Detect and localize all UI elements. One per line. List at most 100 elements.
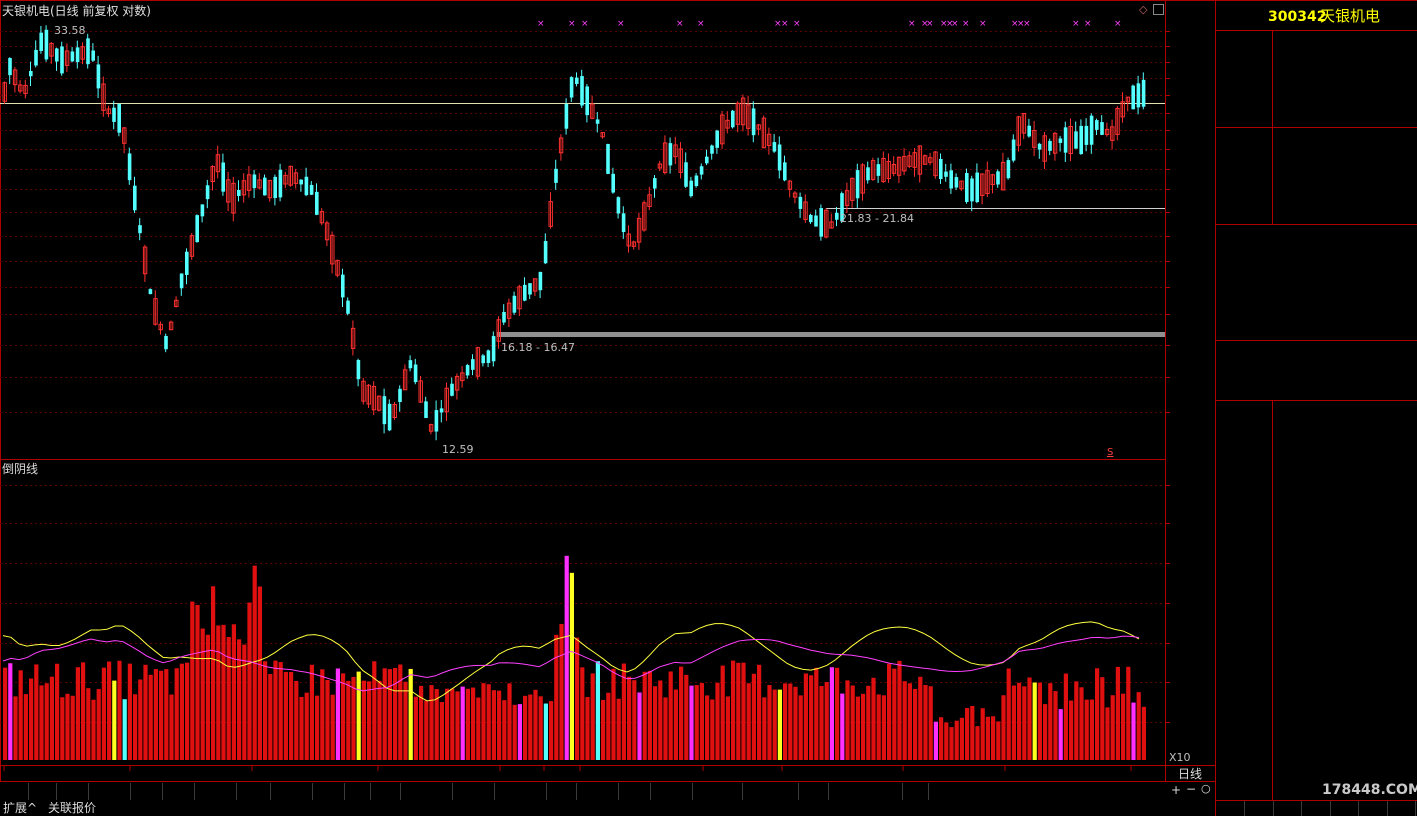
volume-bar	[169, 694, 174, 760]
volume-bar	[367, 681, 372, 760]
candle-body	[408, 360, 413, 369]
volume-bar	[1079, 687, 1084, 760]
diamond-icon[interactable]: ◇	[1139, 4, 1147, 15]
right-tab-2[interactable]	[1274, 801, 1302, 816]
candle-body	[939, 158, 943, 180]
toolbar-item-10[interactable]	[345, 783, 371, 800]
period-label[interactable]: 日线	[1178, 768, 1202, 780]
volume-bar	[299, 696, 304, 760]
right-tab-4[interactable]	[1331, 801, 1359, 816]
volume-bar	[476, 697, 481, 760]
candle-body	[699, 166, 704, 175]
right-tab-3[interactable]	[1303, 801, 1331, 816]
candle-body	[413, 364, 418, 383]
volume-bar	[481, 683, 486, 760]
signal-marker: ×	[962, 19, 970, 29]
candle-body	[205, 185, 210, 200]
toolbar-item-21[interactable]	[799, 783, 829, 800]
volume-bar	[486, 684, 491, 760]
candle-body	[481, 355, 485, 364]
high-label: 33.58	[54, 24, 86, 37]
candle-body	[1131, 85, 1135, 110]
volume-bar	[70, 695, 75, 760]
volume-bar	[190, 601, 195, 760]
volume-bar	[923, 684, 928, 760]
toolbar-item-0[interactable]	[1, 783, 29, 800]
toolbar-item-6[interactable]	[195, 783, 237, 800]
toolbar-item-7[interactable]	[237, 783, 271, 800]
volume-bar	[263, 661, 268, 760]
candle-body	[398, 388, 402, 402]
toolbar-item-17[interactable]	[619, 783, 651, 800]
toolbar-item-20[interactable]	[743, 783, 799, 800]
toolbar-item-15[interactable]	[547, 783, 577, 800]
volume-bar	[715, 682, 720, 760]
volume-bar	[772, 689, 777, 760]
expand-button[interactable]: 扩展^	[3, 802, 37, 814]
minus-icon[interactable]: −	[1186, 783, 1196, 795]
signal-marker: ×	[781, 19, 789, 29]
toolbar-item-14[interactable]	[495, 783, 547, 800]
volume-bar	[575, 637, 580, 760]
toolbar-item-16[interactable]	[577, 783, 619, 800]
volume-bar	[117, 660, 122, 760]
toolbar-item-1[interactable]	[29, 783, 57, 800]
candle-body	[710, 145, 714, 154]
kline-chart[interactable]: × × × × × × × × × × ×× ××× × × ××× × × ×	[0, 0, 1417, 816]
linked-quote-button[interactable]: 关联报价	[48, 802, 96, 814]
volume-bar	[439, 702, 444, 760]
volume-bar	[491, 690, 496, 760]
candle-body	[569, 77, 574, 98]
toolbar-item-13[interactable]	[453, 783, 495, 800]
toolbar-item-9[interactable]	[313, 783, 345, 800]
toolbar-item-3[interactable]	[89, 783, 131, 800]
volume-bar	[653, 686, 658, 760]
right-tab-6[interactable]	[1388, 801, 1416, 816]
volume-bar	[933, 721, 938, 760]
volume-bar	[829, 667, 834, 760]
volume-bar	[699, 683, 704, 760]
candle-body	[39, 32, 43, 51]
toolbar-item-23[interactable]	[903, 783, 929, 800]
candle-body	[694, 175, 699, 187]
minimize-icon[interactable]	[1153, 4, 1164, 15]
toolbar-item-4[interactable]	[131, 783, 163, 800]
right-tab-5[interactable]	[1360, 801, 1388, 816]
circle-icon[interactable]: ○	[1201, 783, 1211, 794]
volume-bar	[762, 697, 767, 760]
volume-bar	[1027, 677, 1032, 760]
toolbar-item-12[interactable]	[401, 783, 453, 800]
plus-icon[interactable]: +	[1171, 784, 1181, 796]
volume-bar	[408, 668, 413, 760]
volume-bar	[289, 672, 294, 760]
right-tab-1[interactable]	[1246, 801, 1274, 816]
right-tab-0[interactable]	[1217, 801, 1245, 816]
candle-body	[8, 58, 12, 76]
candle-body	[819, 208, 823, 237]
volume-bar	[996, 721, 1001, 760]
volume-bar	[325, 680, 330, 760]
candle-body	[965, 173, 969, 202]
candle-body	[783, 162, 787, 181]
toolbar-item-5[interactable]	[163, 783, 195, 800]
signal-marker: ×	[697, 19, 705, 29]
candle-body	[117, 103, 121, 133]
toolbar-item-19[interactable]	[693, 783, 743, 800]
volume-bar	[767, 685, 772, 760]
volume-bar	[1084, 699, 1089, 760]
volume-bar	[1131, 702, 1136, 760]
toolbar-item-11[interactable]	[371, 783, 401, 800]
toolbar-item-2[interactable]	[57, 783, 89, 800]
volume-bar	[627, 676, 632, 760]
signal-marker: ×	[908, 19, 916, 29]
volume-bar	[710, 699, 715, 760]
toolbar-item-22[interactable]	[829, 783, 903, 800]
candle-body	[133, 185, 137, 211]
candle-body	[970, 178, 974, 202]
toolbar-item-18[interactable]	[651, 783, 693, 800]
volume-bar	[346, 680, 351, 760]
toolbar-item-8[interactable]	[271, 783, 313, 800]
volume-bar	[179, 663, 184, 760]
candle-body	[715, 130, 719, 148]
candle-body	[1089, 115, 1094, 145]
